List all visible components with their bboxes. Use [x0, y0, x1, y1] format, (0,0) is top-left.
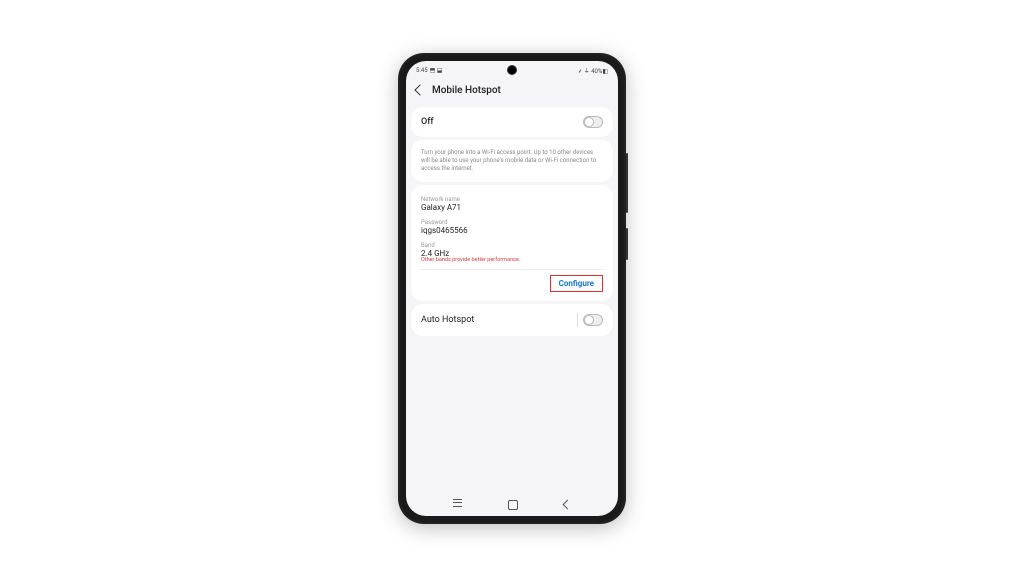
- divider: [419, 269, 605, 270]
- nav-back-icon[interactable]: [563, 500, 573, 510]
- hotspot-description-card: Turn your phone into a Wi-Fi access poin…: [411, 140, 613, 182]
- status-indicators-icon: ⬒ ⬓: [430, 67, 443, 74]
- auto-hotspot-card[interactable]: Auto Hotspot: [411, 304, 613, 336]
- status-right-icons: ⸙ ⏚ 40%◧: [578, 66, 608, 75]
- app-header: Mobile Hotspot: [406, 79, 618, 104]
- front-camera: [507, 65, 517, 75]
- auto-hotspot-label: Auto Hotspot: [421, 315, 474, 325]
- hotspot-toggle-card: Off: [411, 107, 613, 137]
- auto-hotspot-toggle[interactable]: [583, 314, 603, 326]
- home-icon[interactable]: [508, 500, 518, 510]
- screen: 5:45 ⬒ ⬓ ⸙ ⏚ 40%◧ Mobile Hotspot Off Tur…: [406, 61, 618, 516]
- phone-frame: 5:45 ⬒ ⬓ ⸙ ⏚ 40%◧ Mobile Hotspot Off Tur…: [398, 53, 626, 524]
- hotspot-description: Turn your phone into a Wi-Fi access poin…: [421, 149, 603, 173]
- network-name-value: Galaxy A71: [421, 203, 603, 212]
- status-time: 5:45: [416, 67, 428, 74]
- password-label: Password: [421, 219, 603, 226]
- configure-highlight-box: Configure: [550, 275, 603, 292]
- hotspot-state-label: Off: [421, 117, 434, 127]
- network-name-label: Network name: [421, 196, 603, 203]
- content: Off Turn your phone into a Wi-Fi access …: [406, 104, 618, 494]
- network-config-card: Network name Galaxy A71 Password iqgs046…: [411, 185, 613, 301]
- page-title: Mobile Hotspot: [432, 85, 501, 96]
- configure-row: Configure: [421, 275, 603, 292]
- band-label: Band: [421, 242, 603, 249]
- recent-apps-icon[interactable]: [453, 502, 462, 508]
- band-warning: Other bands provide better performance.: [421, 257, 603, 263]
- back-icon[interactable]: [414, 84, 425, 95]
- power-button: [626, 228, 628, 260]
- hotspot-toggle[interactable]: [583, 116, 603, 128]
- navigation-bar: [406, 494, 618, 516]
- configure-button[interactable]: Configure: [559, 279, 594, 288]
- password-value: iqgs0465566: [421, 226, 603, 235]
- auto-divider: [577, 313, 578, 327]
- volume-button: [626, 153, 628, 213]
